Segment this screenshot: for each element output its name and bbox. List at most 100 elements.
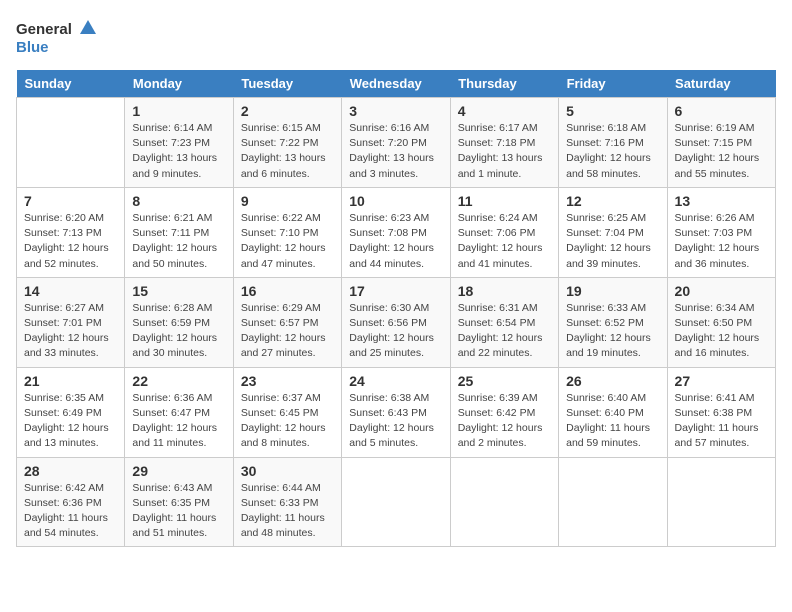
day-number: 18 <box>458 283 551 299</box>
day-info: Sunrise: 6:15 AMSunset: 7:22 PMDaylight:… <box>241 121 334 182</box>
logo-svg: General Blue <box>16 16 96 58</box>
calendar-cell: 10Sunrise: 6:23 AMSunset: 7:08 PMDayligh… <box>342 187 450 277</box>
day-number: 21 <box>24 373 117 389</box>
svg-text:Blue: Blue <box>16 39 49 56</box>
header-wednesday: Wednesday <box>342 70 450 98</box>
calendar-cell: 14Sunrise: 6:27 AMSunset: 7:01 PMDayligh… <box>17 277 125 367</box>
day-info: Sunrise: 6:34 AMSunset: 6:50 PMDaylight:… <box>675 301 768 362</box>
day-number: 9 <box>241 193 334 209</box>
day-info: Sunrise: 6:35 AMSunset: 6:49 PMDaylight:… <box>24 391 117 452</box>
day-number: 2 <box>241 103 334 119</box>
day-number: 25 <box>458 373 551 389</box>
calendar-cell: 21 Sunrise: 6:35 AMSunset: 6:49 PMDayligh… <box>17 367 125 457</box>
day-info: Sunrise: 6:24 AMSunset: 7:06 PMDaylight:… <box>458 211 551 272</box>
day-info: Sunrise: 6:33 AMSunset: 6:52 PMDaylight:… <box>566 301 659 362</box>
day-info: Sunrise: 6:17 AMSunset: 7:18 PMDaylight:… <box>458 121 551 182</box>
calendar-cell: 30 Sunrise: 6:44 AMSunset: 6:33 PMDayligh… <box>233 457 341 547</box>
calendar-table: SundayMondayTuesdayWednesdayThursdayFrid… <box>16 70 776 547</box>
calendar-cell: 5Sunrise: 6:18 AMSunset: 7:16 PMDaylight… <box>559 98 667 188</box>
calendar-cell: 1 Sunrise: 6:14 AMSunset: 7:23 PMDaylight… <box>125 98 233 188</box>
week-row-1: 7 Sunrise: 6:20 AMSunset: 7:13 PMDaylight… <box>17 187 776 277</box>
header-sunday: Sunday <box>17 70 125 98</box>
week-row-4: 28 Sunrise: 6:42 AMSunset: 6:36 PMDayligh… <box>17 457 776 547</box>
day-info: Sunrise: 6:40 AMSunset: 6:40 PMDaylight:… <box>566 391 659 452</box>
day-info: Sunrise: 6:23 AMSunset: 7:08 PMDaylight:… <box>349 211 442 272</box>
day-info: Sunrise: 6:39 AMSunset: 6:42 PMDaylight:… <box>458 391 551 452</box>
day-number: 24 <box>349 373 442 389</box>
day-info: Sunrise: 6:38 AMSunset: 6:43 PMDaylight:… <box>349 391 442 452</box>
day-info: Sunrise: 6:20 AMSunset: 7:13 PMDaylight:… <box>24 211 117 272</box>
calendar-cell: 18 Sunrise: 6:31 AMSunset: 6:54 PMDayligh… <box>450 277 558 367</box>
header-monday: Monday <box>125 70 233 98</box>
calendar-cell: 8 Sunrise: 6:21 AMSunset: 7:11 PMDaylight… <box>125 187 233 277</box>
day-info: Sunrise: 6:16 AMSunset: 7:20 PMDaylight:… <box>349 121 442 182</box>
day-number: 12 <box>566 193 659 209</box>
day-number: 8 <box>132 193 225 209</box>
calendar-cell: 3 Sunrise: 6:16 AMSunset: 7:20 PMDaylight… <box>342 98 450 188</box>
calendar-cell <box>559 457 667 547</box>
day-info: Sunrise: 6:41 AMSunset: 6:38 PMDaylight:… <box>675 391 768 452</box>
week-row-2: 14Sunrise: 6:27 AMSunset: 7:01 PMDayligh… <box>17 277 776 367</box>
calendar-cell: 26 Sunrise: 6:40 AMSunset: 6:40 PMDayligh… <box>559 367 667 457</box>
day-number: 30 <box>241 463 334 479</box>
calendar-cell: 4 Sunrise: 6:17 AMSunset: 7:18 PMDaylight… <box>450 98 558 188</box>
day-number: 3 <box>349 103 442 119</box>
day-info: Sunrise: 6:22 AMSunset: 7:10 PMDaylight:… <box>241 211 334 272</box>
week-row-0: 1 Sunrise: 6:14 AMSunset: 7:23 PMDaylight… <box>17 98 776 188</box>
calendar-cell: 27Sunrise: 6:41 AMSunset: 6:38 PMDayligh… <box>667 367 775 457</box>
calendar-cell: 12 Sunrise: 6:25 AMSunset: 7:04 PMDayligh… <box>559 187 667 277</box>
calendar-cell <box>17 98 125 188</box>
day-number: 22 <box>132 373 225 389</box>
header-tuesday: Tuesday <box>233 70 341 98</box>
week-row-3: 21 Sunrise: 6:35 AMSunset: 6:49 PMDayligh… <box>17 367 776 457</box>
calendar-cell: 19 Sunrise: 6:33 AMSunset: 6:52 PMDayligh… <box>559 277 667 367</box>
day-number: 14 <box>24 283 117 299</box>
day-number: 15 <box>132 283 225 299</box>
header-row: SundayMondayTuesdayWednesdayThursdayFrid… <box>17 70 776 98</box>
calendar-cell: 20 Sunrise: 6:34 AMSunset: 6:50 PMDayligh… <box>667 277 775 367</box>
day-number: 4 <box>458 103 551 119</box>
calendar-cell: 2 Sunrise: 6:15 AMSunset: 7:22 PMDaylight… <box>233 98 341 188</box>
day-number: 29 <box>132 463 225 479</box>
day-number: 28 <box>24 463 117 479</box>
calendar-cell: 15Sunrise: 6:28 AMSunset: 6:59 PMDayligh… <box>125 277 233 367</box>
day-info: Sunrise: 6:14 AMSunset: 7:23 PMDaylight:… <box>132 121 225 182</box>
calendar-cell: 13Sunrise: 6:26 AMSunset: 7:03 PMDayligh… <box>667 187 775 277</box>
day-number: 16 <box>241 283 334 299</box>
day-info: Sunrise: 6:31 AMSunset: 6:54 PMDaylight:… <box>458 301 551 362</box>
day-number: 13 <box>675 193 768 209</box>
calendar-cell: 22 Sunrise: 6:36 AMSunset: 6:47 PMDayligh… <box>125 367 233 457</box>
header-thursday: Thursday <box>450 70 558 98</box>
day-number: 5 <box>566 103 659 119</box>
day-info: Sunrise: 6:42 AMSunset: 6:36 PMDaylight:… <box>24 481 117 542</box>
day-info: Sunrise: 6:30 AMSunset: 6:56 PMDaylight:… <box>349 301 442 362</box>
svg-text:General: General <box>16 21 72 38</box>
day-number: 20 <box>675 283 768 299</box>
day-number: 11 <box>458 193 551 209</box>
logo: General Blue <box>16 16 96 58</box>
header-saturday: Saturday <box>667 70 775 98</box>
header: General Blue <box>16 16 776 58</box>
day-info: Sunrise: 6:25 AMSunset: 7:04 PMDaylight:… <box>566 211 659 272</box>
day-number: 17 <box>349 283 442 299</box>
day-info: Sunrise: 6:19 AMSunset: 7:15 PMDaylight:… <box>675 121 768 182</box>
day-info: Sunrise: 6:29 AMSunset: 6:57 PMDaylight:… <box>241 301 334 362</box>
calendar-cell: 17 Sunrise: 6:30 AMSunset: 6:56 PMDayligh… <box>342 277 450 367</box>
calendar-cell: 16 Sunrise: 6:29 AMSunset: 6:57 PMDayligh… <box>233 277 341 367</box>
calendar-cell <box>667 457 775 547</box>
day-number: 23 <box>241 373 334 389</box>
calendar-cell: 23 Sunrise: 6:37 AMSunset: 6:45 PMDayligh… <box>233 367 341 457</box>
calendar-cell <box>450 457 558 547</box>
day-info: Sunrise: 6:36 AMSunset: 6:47 PMDaylight:… <box>132 391 225 452</box>
day-info: Sunrise: 6:44 AMSunset: 6:33 PMDaylight:… <box>241 481 334 542</box>
day-info: Sunrise: 6:37 AMSunset: 6:45 PMDaylight:… <box>241 391 334 452</box>
day-number: 7 <box>24 193 117 209</box>
day-info: Sunrise: 6:43 AMSunset: 6:35 PMDaylight:… <box>132 481 225 542</box>
calendar-cell: 11 Sunrise: 6:24 AMSunset: 7:06 PMDayligh… <box>450 187 558 277</box>
calendar-cell <box>342 457 450 547</box>
day-number: 1 <box>132 103 225 119</box>
day-info: Sunrise: 6:21 AMSunset: 7:11 PMDaylight:… <box>132 211 225 272</box>
day-number: 19 <box>566 283 659 299</box>
calendar-cell: 28 Sunrise: 6:42 AMSunset: 6:36 PMDayligh… <box>17 457 125 547</box>
day-number: 26 <box>566 373 659 389</box>
